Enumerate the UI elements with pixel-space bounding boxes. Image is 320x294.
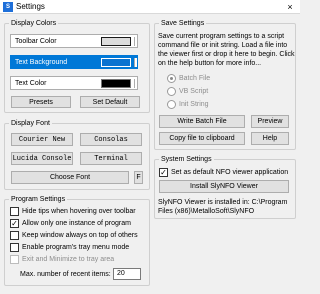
vb-script-radio[interactable] <box>167 87 176 96</box>
text-background-tick <box>134 58 137 67</box>
app-icon: S <box>3 2 13 12</box>
save-settings-group: Save Settings Save current program setti… <box>154 19 296 150</box>
program-settings-group: Program Settings Hide tips when hovering… <box>4 195 150 286</box>
batch-file-radio[interactable] <box>167 74 176 83</box>
save-settings-description: Save current program settings to a scrip… <box>158 33 295 67</box>
help-button[interactable]: Help <box>251 132 289 145</box>
close-button[interactable]: × <box>284 1 296 13</box>
font-courier-new-button[interactable]: Courier New <box>11 133 73 146</box>
font-terminal-button[interactable]: Terminal <box>80 152 142 165</box>
window-title: Settings <box>16 2 45 11</box>
default-viewer-checkbox[interactable]: ✓ <box>159 168 168 177</box>
text-background-row[interactable]: Text Background <box>10 55 138 69</box>
system-settings-group: System Settings ✓ Set as default NFO vie… <box>154 155 296 219</box>
text-background-swatch[interactable] <box>101 58 131 67</box>
text-color-swatch[interactable] <box>101 79 131 88</box>
set-default-button[interactable]: Set Default <box>80 96 140 108</box>
install-slynfo-button[interactable]: Install SlyNFO Viewer <box>159 180 289 193</box>
title-bar[interactable]: S Settings × <box>0 0 300 14</box>
copy-to-clipboard-button[interactable]: Copy file to clipboard <box>159 132 245 145</box>
presets-button[interactable]: Presets <box>11 96 71 108</box>
font-consolas-button[interactable]: Consolas <box>80 133 142 146</box>
single-instance-checkbox[interactable]: ✓ <box>10 219 19 228</box>
display-font-legend: Display Font <box>9 119 52 128</box>
system-settings-legend: System Settings <box>159 155 214 164</box>
text-color-label: Text Color <box>15 80 47 87</box>
always-on-top-checkbox[interactable] <box>10 231 19 240</box>
text-background-label: Text Background <box>15 59 68 66</box>
toolbar-color-swatch[interactable] <box>101 37 131 46</box>
font-lucida-console-button[interactable]: Lucida Console <box>11 152 73 165</box>
toolbar-color-row[interactable]: Toolbar Color <box>10 34 138 48</box>
choose-font-button[interactable]: Choose Font <box>11 171 129 184</box>
write-batch-file-button[interactable]: Write Batch File <box>159 115 245 128</box>
display-colors-group: Display Colors Toolbar Color Text Backgr… <box>4 19 150 113</box>
hide-tips-label[interactable]: Hide tips when hovering over toolbar <box>22 207 136 216</box>
max-recent-label: Max. number of recent items: <box>20 271 111 278</box>
text-color-tick <box>134 79 137 88</box>
minimize-to-tray-checkbox <box>10 255 19 264</box>
font-f-button[interactable]: F <box>134 171 143 184</box>
minimize-to-tray-label: Exit and Minimize to tray area <box>22 256 115 263</box>
batch-file-label[interactable]: Batch File <box>179 74 210 83</box>
tray-menu-mode-checkbox[interactable] <box>10 243 19 252</box>
toolbar-color-tick <box>134 37 137 46</box>
preview-button[interactable]: Preview <box>251 115 289 128</box>
default-viewer-label[interactable]: Set as default NFO viewer application <box>171 168 288 177</box>
always-on-top-label[interactable]: Keep window always on top of others <box>22 231 138 240</box>
init-string-radio[interactable] <box>167 100 176 109</box>
install-path-info: SlyNFO Viewer is installed in: C:\Progra… <box>158 199 288 215</box>
display-font-group: Display Font Courier New Consolas Lucida… <box>4 119 150 190</box>
vb-script-label[interactable]: VB Script <box>179 87 208 96</box>
init-string-label[interactable]: Init String <box>179 100 209 109</box>
tray-menu-mode-label[interactable]: Enable program's tray menu mode <box>22 243 129 252</box>
text-color-row[interactable]: Text Color <box>10 76 138 90</box>
hide-tips-checkbox[interactable] <box>10 207 19 216</box>
save-settings-legend: Save Settings <box>159 19 207 28</box>
program-settings-legend: Program Settings <box>9 195 68 204</box>
toolbar-color-label: Toolbar Color <box>15 38 57 45</box>
display-colors-legend: Display Colors <box>9 19 59 28</box>
single-instance-label[interactable]: Allow only one instance of program <box>22 219 131 228</box>
max-recent-input[interactable]: 20 <box>113 268 141 280</box>
